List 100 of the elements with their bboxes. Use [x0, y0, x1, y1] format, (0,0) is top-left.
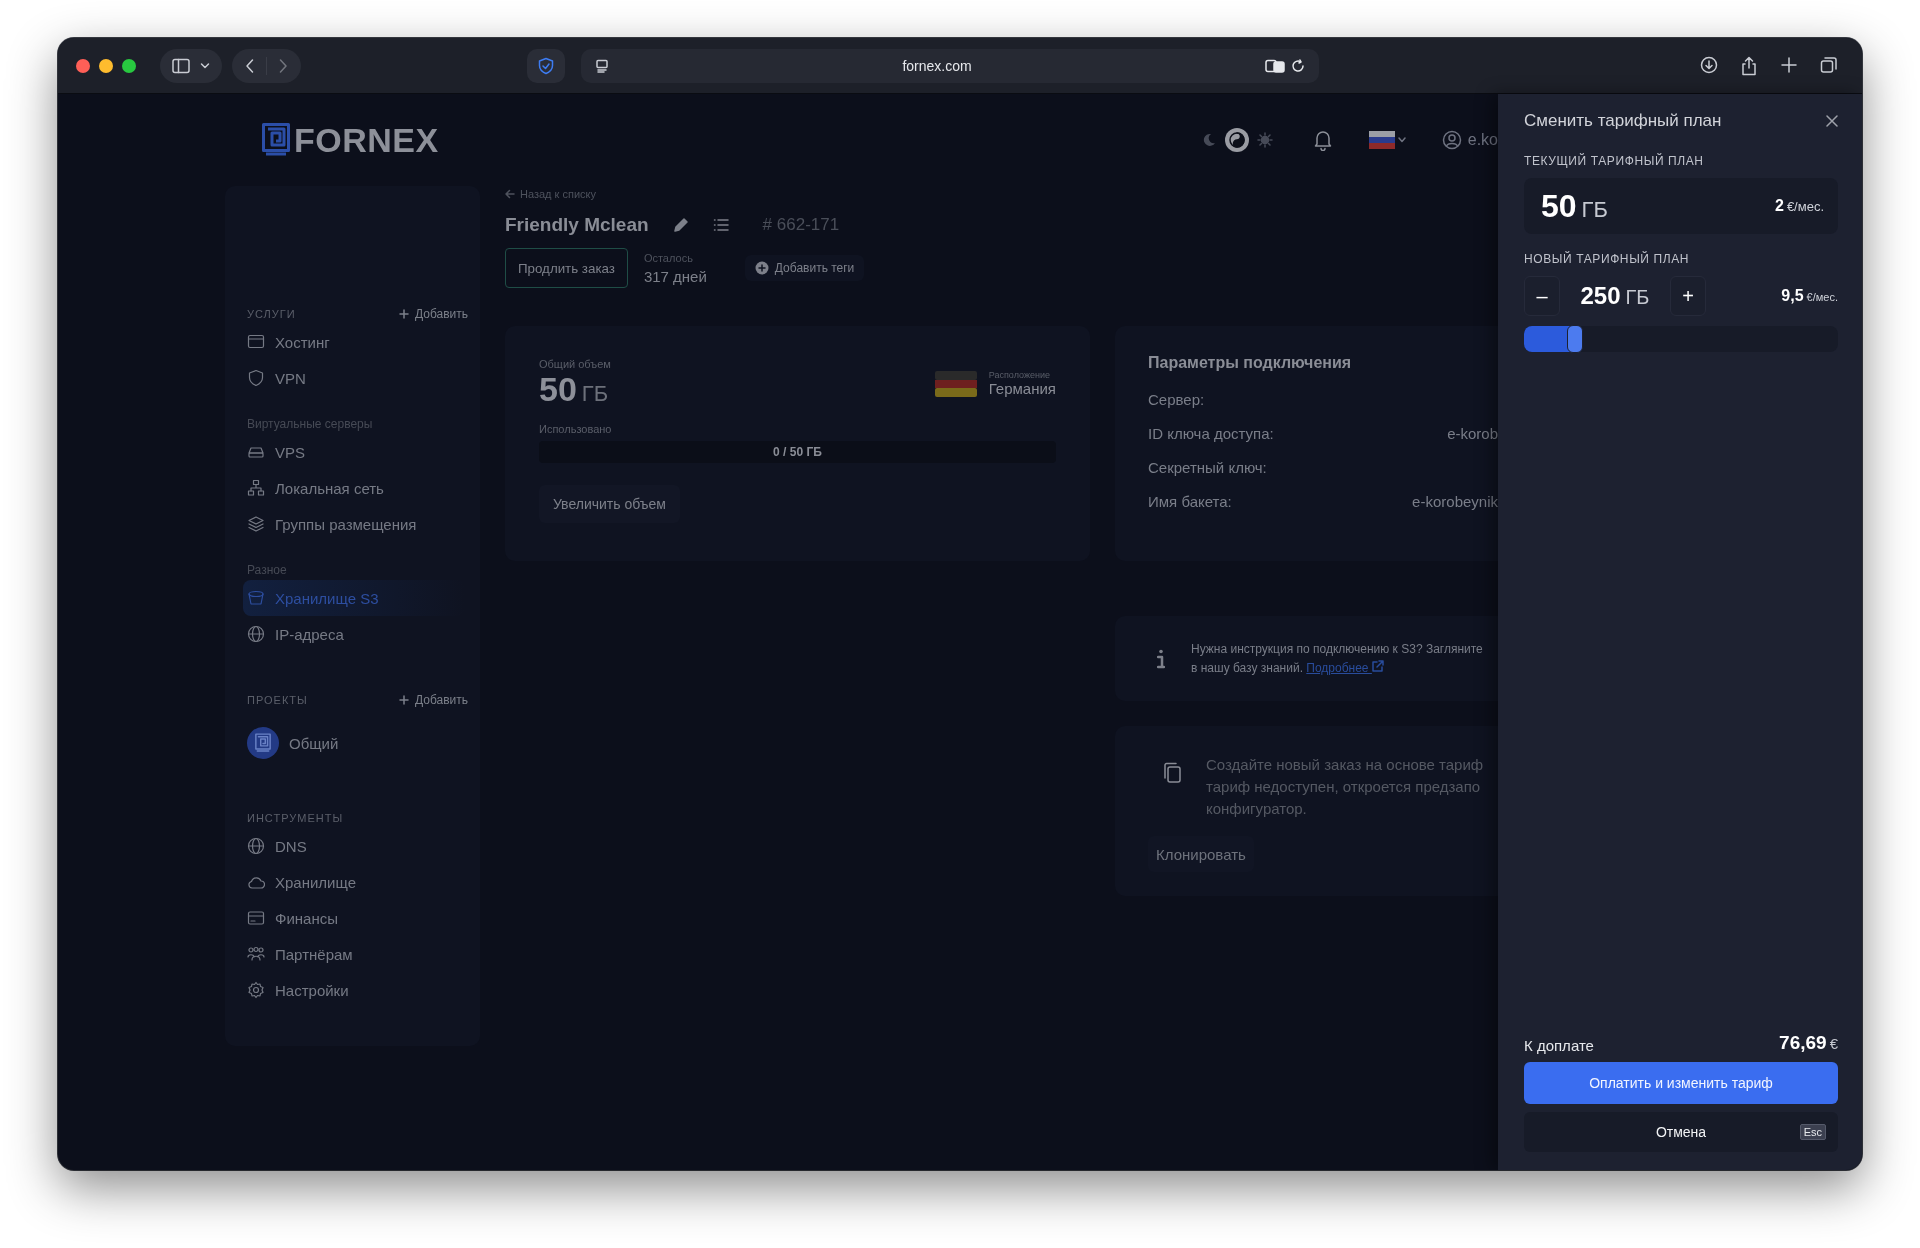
navigation-buttons[interactable]	[232, 48, 301, 83]
field-value: e-korob	[1447, 424, 1498, 442]
language-selector[interactable]	[1368, 131, 1406, 149]
field-value: e-korobeynik	[1412, 492, 1498, 510]
bell-icon[interactable]	[1312, 129, 1333, 151]
sidebar-item[interactable]: VPS	[243, 434, 465, 470]
section-heading: УСЛУГИ	[247, 308, 296, 320]
credit-card-icon	[247, 909, 265, 927]
sidebar-item[interactable]: DNS	[243, 828, 465, 864]
decrease-button[interactable]: –	[1524, 276, 1560, 316]
users-icon	[247, 945, 265, 963]
sidebar-toggle-button[interactable]	[160, 48, 222, 83]
plan-volume: 50 ГБ	[1541, 187, 1608, 225]
section-heading: ПРОЕКТЫ	[247, 694, 308, 706]
sidebar-item[interactable]: Хостинг	[243, 324, 465, 360]
clone-description: Создайте новый заказ на основе тариф тариф недоступен, откроется предзапо конфигуратор.	[1206, 755, 1484, 819]
new-tab-icon[interactable]	[1780, 55, 1798, 74]
external-link-icon	[1371, 659, 1384, 672]
sidebar-icon	[172, 57, 190, 74]
remaining-label: Осталось	[643, 251, 694, 264]
chevron-down-icon	[1397, 137, 1406, 143]
add-button[interactable]: Добавить	[398, 307, 468, 321]
total-label: К доплате	[1524, 1037, 1594, 1054]
location-name: Германия	[988, 380, 1056, 397]
total-volume: 50 ГБ	[539, 370, 610, 409]
address-bar[interactable]: fornex.com	[581, 48, 1319, 83]
logo[interactable]: FORNEX	[262, 120, 439, 160]
back-icon	[244, 57, 256, 74]
forward-icon	[277, 57, 289, 74]
cancel-button[interactable]: Отмена Esc	[1524, 1112, 1838, 1152]
add-button[interactable]: Добавить	[398, 693, 468, 707]
project-item[interactable]: Общий	[243, 716, 465, 770]
plan-price: 2 €/мес.	[1774, 197, 1824, 215]
sidebar-item[interactable]: Хранилище	[243, 864, 465, 900]
total-amount: 76,69€	[1779, 1032, 1838, 1054]
gear-icon	[247, 981, 265, 999]
minimize-window-button[interactable]	[99, 58, 113, 73]
remaining-days: 317 дней	[643, 267, 707, 285]
plan-volume: 250 ГБ	[1579, 282, 1651, 310]
sidebar-item[interactable]: Локальная сеть	[243, 470, 465, 506]
download-icon[interactable]	[1700, 55, 1718, 74]
more-link[interactable]: Подробнее	[1306, 660, 1384, 675]
sidebar-item[interactable]: VPN	[243, 360, 465, 396]
add-tags-button[interactable]: Добавить теги	[744, 255, 865, 281]
field-label: Имя бакета:	[1148, 492, 1232, 510]
drawer-title: Сменить тарифный план	[1524, 111, 1722, 131]
logo-mark-icon	[255, 733, 271, 753]
page-menu-icon	[595, 58, 609, 73]
close-window-button[interactable]	[76, 58, 90, 73]
section-heading: ТЕКУЩИЙ ТАРИФНЫЙ ПЛАН	[1524, 154, 1705, 168]
sidebar-item[interactable]: Группы размещения	[243, 506, 465, 542]
share-icon[interactable]	[1740, 55, 1758, 76]
order-number: # 662-171	[762, 215, 840, 235]
user-name[interactable]: e.ko	[1467, 131, 1498, 149]
increase-button[interactable]: +	[1670, 276, 1706, 316]
card-title: Параметры подключения	[1148, 354, 1353, 372]
german-flag-icon	[934, 370, 977, 397]
shield-icon	[537, 56, 555, 75]
esc-key-hint: Esc	[1799, 1124, 1826, 1140]
order-title: Friendly Mclean	[505, 214, 649, 236]
sidebar-item[interactable]: Партнёрам	[243, 936, 465, 972]
volume-slider[interactable]	[1524, 326, 1838, 352]
plus-circle-icon	[754, 261, 769, 275]
pay-button[interactable]: Оплатить и изменить тариф	[1524, 1062, 1838, 1104]
field-label: ID ключа доступа:	[1148, 424, 1274, 442]
network-icon	[247, 479, 265, 497]
arrow-left-icon	[505, 189, 515, 199]
total-volume-label: Общий объем	[539, 358, 611, 370]
layers-icon	[247, 515, 265, 533]
back-link[interactable]: Назад к списку	[505, 186, 1498, 202]
plus-icon	[398, 309, 409, 319]
plus-icon	[398, 695, 409, 705]
sidebar-item[interactable]: Финансы	[243, 900, 465, 936]
bucket-icon	[247, 589, 265, 607]
russian-flag-icon	[1368, 131, 1395, 149]
section-heading: НОВЫЙ ТАРИФНЫЙ ПЛАН	[1524, 252, 1691, 266]
increase-volume-button[interactable]: Увеличить объем	[539, 485, 680, 523]
logo-mark-icon	[262, 123, 290, 157]
renew-button[interactable]: Продлить заказ	[505, 248, 628, 288]
globe-icon	[247, 625, 265, 643]
close-button[interactable]	[1826, 115, 1838, 127]
close-icon	[1826, 115, 1838, 127]
sidebar-item[interactable]: Настройки	[243, 972, 465, 1008]
theme-mode-button[interactable]	[1224, 128, 1249, 152]
reload-icon	[1291, 58, 1305, 73]
pencil-icon[interactable]	[672, 217, 689, 233]
sidebar-item[interactable]: IP-адреса	[243, 616, 465, 652]
field-label: Сервер:	[1148, 390, 1205, 408]
list-icon[interactable]	[712, 218, 729, 232]
used-label: Использовано	[539, 423, 613, 435]
chevron-down-icon	[200, 61, 210, 70]
info-icon	[1157, 648, 1165, 669]
zoom-window-button[interactable]	[122, 58, 136, 73]
globe-icon	[247, 837, 265, 855]
usage-bar: 0 / 50 ГБ	[539, 441, 1056, 463]
sun-icon	[1255, 131, 1274, 149]
privacy-shield-button[interactable]	[527, 48, 565, 83]
user-icon	[1441, 130, 1462, 150]
help-text: Нужна инструкция по подключению к S3? Загляните в нашу базу знаний. Подробнее	[1191, 640, 1484, 677]
tabs-overview-icon[interactable]	[1820, 55, 1838, 74]
